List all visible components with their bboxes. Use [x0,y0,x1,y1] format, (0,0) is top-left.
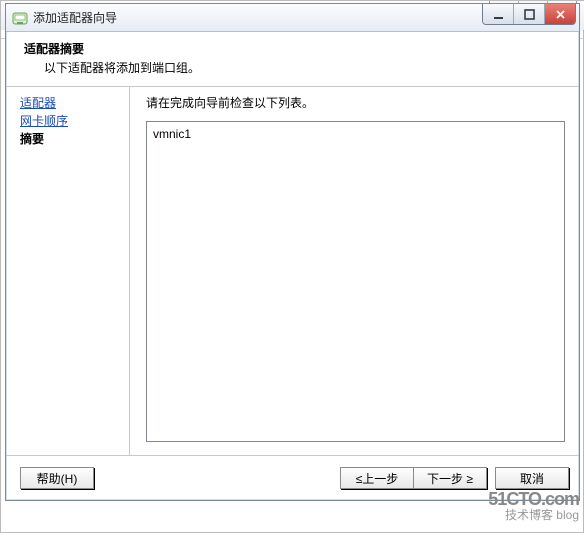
wizard-window-controls [482,4,576,25]
nav-step-adapter[interactable]: 适配器 [20,94,129,112]
wizard-content: 请在完成向导前检查以下列表。 vmnic1 [130,86,579,456]
next-button[interactable]: 下一步 ≥ [413,467,487,489]
wizard-body: 适配器 网卡顺序 摘要 请在完成向导前检查以下列表。 vmnic1 [6,86,579,456]
minimize-button[interactable] [483,4,513,24]
wizard-nav: 适配器 网卡顺序 摘要 [6,86,130,456]
close-button[interactable] [544,4,575,24]
nav-button-group: ≤上一步 下一步 ≥ [340,467,487,489]
nav-step-summary: 摘要 [20,130,129,148]
app-icon [12,10,28,26]
instruction-text: 请在完成向导前检查以下列表。 [146,94,565,111]
summary-listbox[interactable]: vmnic1 [146,121,565,442]
nav-step-nic-order[interactable]: 网卡顺序 [20,112,129,130]
cancel-button[interactable]: 取消 [495,467,569,489]
maximize-button[interactable] [513,4,544,24]
list-item[interactable]: vmnic1 [153,126,558,142]
header-title: 适配器摘要 [24,40,567,57]
wizard-footer: 帮助(H) ≤上一步 下一步 ≥ 取消 [6,455,579,500]
help-button[interactable]: 帮助(H) [20,467,94,489]
back-button[interactable]: ≤上一步 [340,467,414,489]
wizard-title: 添加适配器向导 [33,9,117,26]
wizard-titlebar: 添加适配器向导 [6,4,579,32]
watermark-line2: 技术博客 blog [505,508,579,522]
wizard-header: 适配器摘要 以下适配器将添加到端口组。 [6,32,579,87]
wizard-window: 添加适配器向导 适配器摘要 以下适配器将添加到端口组。 适配器 网卡顺序 [5,3,580,501]
header-subtitle: 以下适配器将添加到端口组。 [44,59,567,76]
